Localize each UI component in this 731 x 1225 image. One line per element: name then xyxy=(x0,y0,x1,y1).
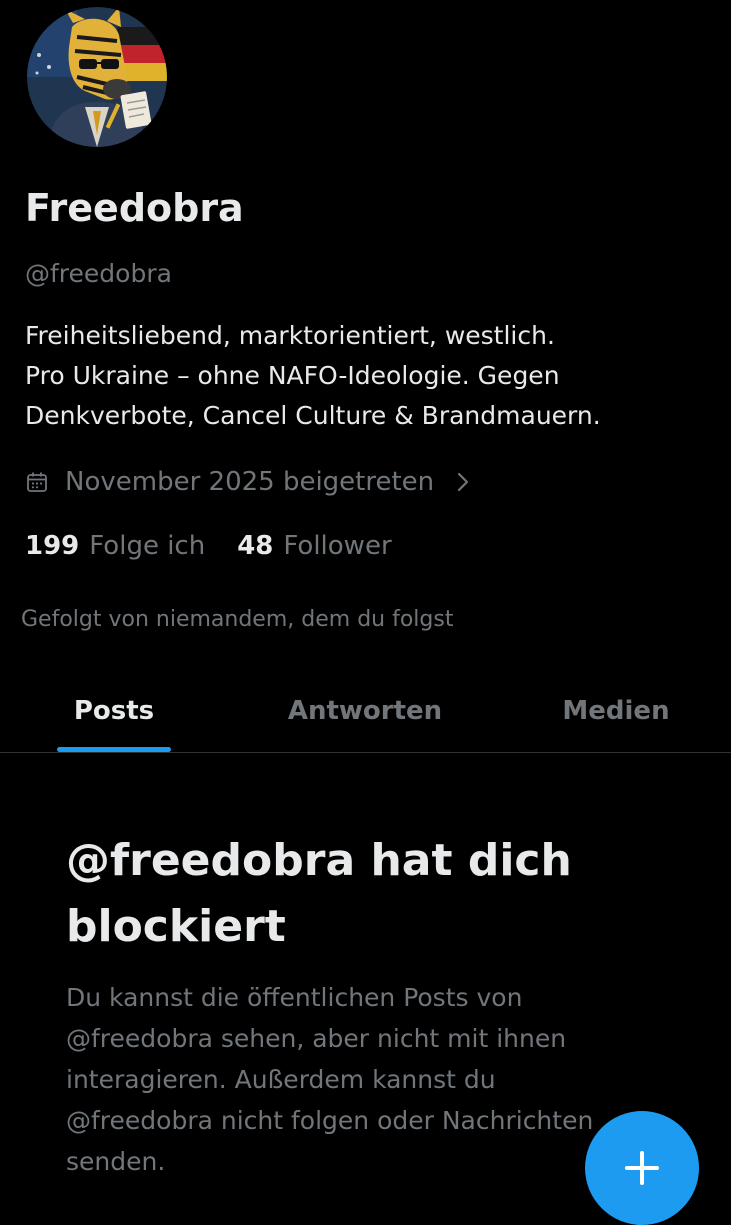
chevron-right-icon xyxy=(458,472,469,492)
tab-medien[interactable]: Medien xyxy=(545,670,687,752)
followed-by-text: Gefolgt von niemandem, dem du folgst xyxy=(21,607,454,632)
bio: Freiheitsliebend, marktorientiert, westl… xyxy=(25,316,715,436)
blocked-message-line: Du kannst die öffentlichen Posts von xyxy=(66,983,523,1012)
blocked-message-line: @freedobra sehen, aber nicht mit ihnen xyxy=(66,1024,567,1053)
joined-date: November 2025 beigetreten xyxy=(65,467,435,497)
bio-line: Denkverbote, Cancel Culture & Brandmauer… xyxy=(25,401,601,430)
following-label: Folge ich xyxy=(89,531,206,561)
joined-date-row[interactable]: November 2025 beigetreten xyxy=(25,462,472,502)
compose-post-button[interactable] xyxy=(585,1111,699,1225)
blocked-message-line: @freedobra nicht folgen oder Nachrichten xyxy=(66,1106,594,1135)
tab-antworten[interactable]: Antworten xyxy=(270,670,460,752)
blocked-heading: @freedobra hat dich blockiert xyxy=(66,828,686,960)
zebra-avatar-image xyxy=(27,7,167,147)
blocked-heading-line: @freedobra hat dich xyxy=(66,835,572,886)
profile-tabs: Posts Antworten Medien xyxy=(0,670,731,753)
display-name: Freedobra xyxy=(25,186,244,230)
bio-line: Pro Ukraine – ohne NAFO-Ideologie. Gegen xyxy=(25,361,560,390)
follow-stats: 199 Folge ich 48 Follower xyxy=(25,526,424,566)
tab-posts[interactable]: Posts xyxy=(57,670,171,752)
following-count: 199 xyxy=(25,531,80,561)
active-tab-indicator xyxy=(57,747,171,752)
followers-count: 48 xyxy=(237,531,274,561)
blocked-message-line: interagieren. Außerdem kannst du xyxy=(66,1065,496,1094)
plus-icon xyxy=(625,1151,659,1185)
calendar-icon xyxy=(27,472,47,492)
bio-line: Freiheitsliebend, marktorientiert, westl… xyxy=(25,321,555,350)
following-link[interactable]: 199 Folge ich xyxy=(25,531,205,561)
followers-link[interactable]: 48 Follower xyxy=(237,531,391,561)
blocked-heading-line: blockiert xyxy=(66,901,286,952)
handle: @freedobra xyxy=(25,259,172,288)
avatar[interactable] xyxy=(25,5,169,149)
followers-label: Follower xyxy=(283,531,392,561)
